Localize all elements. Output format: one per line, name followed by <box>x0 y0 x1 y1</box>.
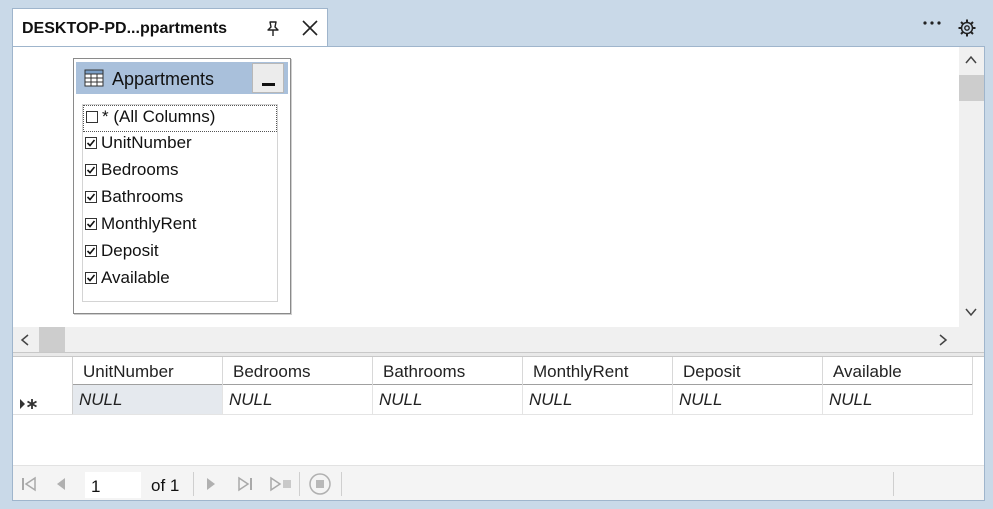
next-record-icon[interactable] <box>203 476 219 492</box>
column-label: Bedrooms <box>101 160 179 179</box>
page-count-label: of 1 <box>151 476 180 495</box>
stop-icon[interactable] <box>309 473 331 495</box>
minimize-icon <box>262 83 275 86</box>
previous-record-icon[interactable] <box>53 476 69 492</box>
grid-cell[interactable]: NULL <box>823 385 973 415</box>
column-item[interactable]: Bathrooms <box>83 186 277 213</box>
horizontal-scroll-thumb[interactable] <box>39 327 65 352</box>
nav-separator <box>893 472 894 496</box>
more-options-icon[interactable] <box>922 16 942 30</box>
column-header[interactable]: Bedrooms <box>223 357 373 385</box>
column-label: Bathrooms <box>101 187 184 206</box>
column-list: * (All Columns) UnitNumber Bedrooms Bathroo… <box>82 104 278 302</box>
horizontal-scrollbar[interactable] <box>13 327 984 352</box>
query-designer-window: Appartments * (All Columns) UnitNumber Bed… <box>12 46 985 501</box>
scroll-up-icon[interactable] <box>964 53 978 65</box>
minimize-button[interactable] <box>252 63 284 93</box>
column-header[interactable]: Bathrooms <box>373 357 523 385</box>
last-record-icon[interactable] <box>237 476 253 492</box>
column-item[interactable]: UnitNumber <box>83 132 277 159</box>
checkbox-checked[interactable] <box>85 164 97 176</box>
column-label: * (All Columns) <box>102 107 216 126</box>
grid-header-row: UnitNumber Bedrooms Bathrooms MonthlyRent De… <box>73 357 973 385</box>
record-navigator: of 1 <box>13 465 984 500</box>
scroll-right-icon[interactable] <box>937 333 949 347</box>
grid-cell[interactable]: NULL <box>523 385 673 415</box>
results-grid: UnitNumber Bedrooms Bathrooms MonthlyRent De… <box>13 357 984 465</box>
checkbox-checked[interactable] <box>85 245 97 257</box>
tab-title: DESKTOP-PD...ppartments <box>22 20 228 37</box>
column-item[interactable]: Available <box>83 267 277 294</box>
nav-separator <box>299 472 300 496</box>
table-name: Appartments <box>112 69 215 89</box>
column-label: MonthlyRent <box>101 214 197 233</box>
column-header[interactable]: Deposit <box>673 357 823 385</box>
table-icon <box>84 69 104 87</box>
checkbox-checked[interactable] <box>85 137 97 149</box>
first-record-icon[interactable] <box>21 476 37 492</box>
vertical-scroll-thumb[interactable] <box>959 75 984 101</box>
grid-cell[interactable]: NULL <box>73 385 223 415</box>
column-item[interactable]: MonthlyRent <box>83 213 277 240</box>
checkbox-checked[interactable] <box>85 272 97 284</box>
column-item[interactable]: * (All Columns) <box>83 105 277 132</box>
new-row-marker-icon <box>19 397 41 409</box>
checkbox-checked[interactable] <box>85 191 97 203</box>
column-item[interactable]: Deposit <box>83 240 277 267</box>
column-label: Available <box>101 268 170 287</box>
pin-icon[interactable] <box>263 19 283 39</box>
checkbox-unchecked[interactable] <box>86 111 98 123</box>
grid-cell[interactable]: NULL <box>373 385 523 415</box>
gear-icon[interactable] <box>957 18 977 38</box>
table-box-appartments[interactable]: Appartments * (All Columns) UnitNumber Bed… <box>73 58 291 314</box>
scroll-left-icon[interactable] <box>19 333 31 347</box>
column-label: Deposit <box>101 241 159 260</box>
close-icon[interactable] <box>300 18 320 38</box>
column-label: UnitNumber <box>101 133 192 152</box>
nav-separator <box>193 472 194 496</box>
tab-bar: DESKTOP-PD...ppartments <box>0 0 993 46</box>
nav-separator <box>341 472 342 496</box>
vertical-scrollbar[interactable] <box>959 47 984 327</box>
column-item[interactable]: Bedrooms <box>83 159 277 186</box>
column-header[interactable]: MonthlyRent <box>523 357 673 385</box>
new-record-icon[interactable] <box>269 476 293 492</box>
diagram-pane[interactable]: Appartments * (All Columns) UnitNumber Bed… <box>13 47 959 327</box>
document-tab[interactable]: DESKTOP-PD...ppartments <box>12 8 328 46</box>
column-header[interactable]: UnitNumber <box>73 357 223 385</box>
column-header[interactable]: Available <box>823 357 973 385</box>
table-box-header[interactable]: Appartments <box>76 62 288 94</box>
checkbox-checked[interactable] <box>85 218 97 230</box>
grid-cell[interactable]: NULL <box>223 385 373 415</box>
page-number-input[interactable] <box>85 472 141 498</box>
grid-cell[interactable]: NULL <box>673 385 823 415</box>
scroll-down-icon[interactable] <box>964 305 978 317</box>
